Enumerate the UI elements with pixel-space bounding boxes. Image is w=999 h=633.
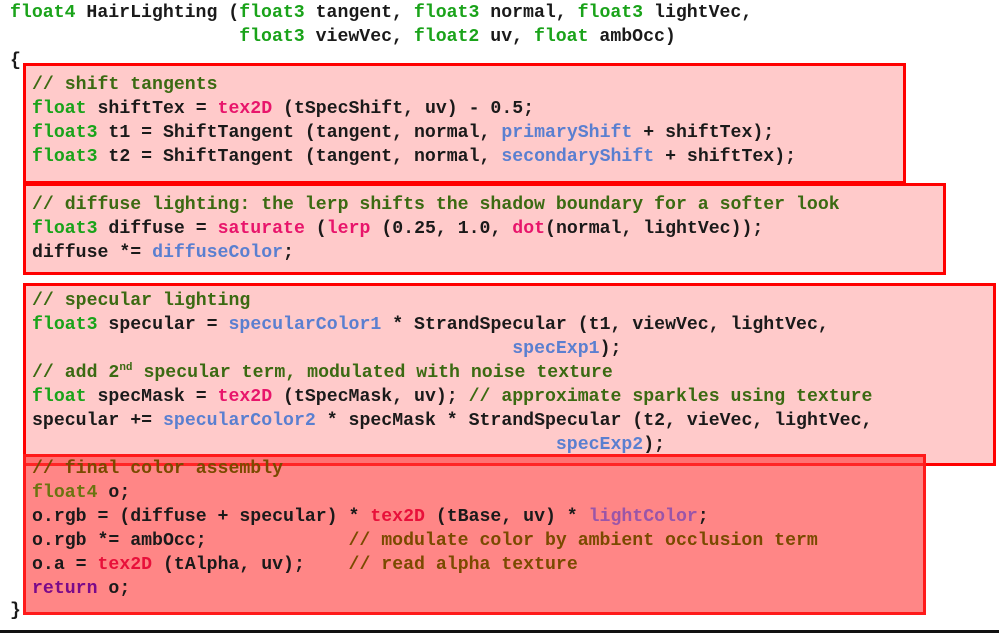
code-text: + shiftTex); — [654, 147, 797, 167]
intrinsic-function: tex2D — [97, 555, 153, 575]
code-line-t2: float3 t2 = ShiftTangent (tangent, norma… — [32, 145, 796, 169]
code-text: (normal, lightVec)); — [545, 219, 764, 239]
type-keyword: float3 — [32, 123, 98, 143]
return-type: float4 — [10, 3, 76, 23]
code-text: (0.25, 1.0, — [370, 219, 513, 239]
code-text: * specMask * StrandSpecular (t2, vieVec,… — [315, 411, 873, 431]
intrinsic-function: tex2D — [370, 507, 425, 527]
code-text: shiftTex = — [86, 99, 218, 119]
return-keyword: return — [32, 579, 98, 599]
comment-specular-lighting: // specular lighting — [32, 291, 251, 311]
code-line-ambocc: o.rgb *= ambOcc; // modulate color by am… — [32, 529, 818, 553]
param-type: float3 — [413, 3, 480, 23]
code-line-shifttex: float shiftTex = tex2D (tSpecShift, uv) … — [32, 97, 534, 121]
uniform-variable: diffuseColor — [152, 243, 284, 263]
code-text: t2 = ShiftTangent (tangent, normal, — [97, 147, 502, 167]
intrinsic-function: dot — [512, 219, 546, 239]
code-text: diffuse *= — [32, 243, 153, 263]
code-line-specexp1: specExp1); — [32, 337, 621, 361]
code-line-specular: float3 specular = specularColor1 * Stran… — [32, 313, 829, 337]
comment-shift-tangents: // shift tangents — [32, 75, 218, 95]
comment-final-color: // final color assembly — [32, 459, 284, 479]
param-type: float2 — [413, 27, 480, 47]
function-signature-line-1: float4 HairLighting (float3 tangent, flo… — [10, 1, 752, 25]
param-name: lightVec, — [643, 3, 753, 23]
code-text: + shiftTex); — [632, 123, 775, 143]
code-text: ( — [304, 219, 327, 239]
code-text: (tAlpha, uv); — [152, 555, 349, 575]
type-keyword: float3 — [32, 315, 98, 335]
code-text: ; — [697, 507, 709, 527]
code-text: (tSpecShift, uv) - 0.5; — [272, 99, 535, 119]
code-text: specular += — [32, 411, 163, 431]
param-name: tangent, — [304, 3, 414, 23]
open-brace: { — [10, 51, 21, 71]
param-type: float3 — [239, 27, 305, 47]
code-line-specmask: float specMask = tex2D (tSpecMask, uv); … — [32, 385, 872, 409]
code-text: o.rgb *= ambOcc; — [32, 531, 349, 551]
code-text: (tBase, uv) * — [424, 507, 589, 527]
code-text: ; — [283, 243, 294, 263]
code-line-alpha: o.a = tex2D (tAlpha, uv); // read alpha … — [32, 553, 578, 577]
param-name: ambOcc) — [588, 27, 676, 47]
code-text: o.rgb = (diffuse + specular) * — [32, 507, 371, 527]
code-line-specular-add: specular += specularColor2 * specMask * … — [32, 409, 872, 433]
code-text: t1 = ShiftTangent (tangent, normal, — [97, 123, 502, 143]
uniform-variable: specExp2 — [555, 435, 644, 455]
code-text: ); — [599, 339, 622, 359]
code-line-float4-o: float4 o; — [32, 481, 130, 505]
code-line-diffuse: float3 diffuse = saturate (lerp (0.25, 1… — [32, 217, 763, 241]
code-text: ); — [643, 435, 666, 455]
uniform-variable: specularColor2 — [162, 411, 316, 431]
uniform-variable: specExp1 — [512, 339, 600, 359]
code-text: diffuse = — [97, 219, 218, 239]
inline-comment: // modulate color by ambient occlusion t… — [348, 531, 818, 551]
intrinsic-function: saturate — [217, 219, 305, 239]
type-keyword: float — [32, 99, 87, 119]
type-keyword: float3 — [32, 147, 98, 167]
param-name: uv, — [479, 27, 534, 47]
type-keyword: float3 — [32, 219, 98, 239]
code-text: o.a = — [32, 555, 98, 575]
uniform-variable: secondaryShift — [501, 147, 655, 167]
code-line-t1: float3 t1 = ShiftTangent (tangent, norma… — [32, 121, 774, 145]
inline-comment: // approximate sparkles using texture — [468, 387, 873, 407]
code-line-return: return o; — [32, 577, 130, 601]
type-keyword: float4 — [32, 483, 98, 503]
code-line-specexp2: specExp2); — [32, 433, 665, 457]
param-name: normal, — [479, 3, 578, 23]
intrinsic-function: lerp — [326, 219, 371, 239]
inline-comment: // read alpha texture — [348, 555, 578, 575]
intrinsic-function: tex2D — [217, 387, 273, 407]
uniform-variable: specularColor1 — [228, 315, 382, 335]
comment-text: // add 2 — [32, 363, 120, 383]
intrinsic-function: tex2D — [217, 99, 273, 119]
type-keyword: float — [32, 387, 87, 407]
code-text: o; — [97, 483, 131, 503]
uniform-variable: primaryShift — [501, 123, 633, 143]
code-line-o-rgb: o.rgb = (diffuse + specular) * tex2D (tB… — [32, 505, 709, 529]
code-text: * StrandSpecular (t1, viewVec, lightVec, — [381, 315, 829, 335]
param-type: float3 — [577, 3, 644, 23]
close-brace: } — [10, 601, 21, 621]
code-text: (tSpecMask, uv); — [272, 387, 469, 407]
param-name: viewVec, — [304, 27, 414, 47]
comment-second-specular: // add 2nd specular term, modulated with… — [32, 361, 613, 385]
ordinal-suffix: nd — [119, 361, 133, 374]
code-text: o; — [97, 579, 131, 599]
param-type: float3 — [239, 3, 305, 23]
code-text: specMask = — [86, 387, 218, 407]
param-type: float — [533, 27, 589, 47]
comment-text: specular term, modulated with noise text… — [132, 363, 613, 383]
code-line-diffuse-color: diffuse *= diffuseColor; — [32, 241, 294, 265]
code-text: specular = — [97, 315, 229, 335]
function-signature-line-2: float3 viewVec, float2 uv, float ambOcc) — [10, 25, 676, 49]
comment-diffuse-lighting: // diffuse lighting: the lerp shifts the… — [32, 195, 840, 215]
function-name: HairLighting ( — [75, 3, 240, 23]
uniform-variable: lightColor — [588, 507, 698, 527]
